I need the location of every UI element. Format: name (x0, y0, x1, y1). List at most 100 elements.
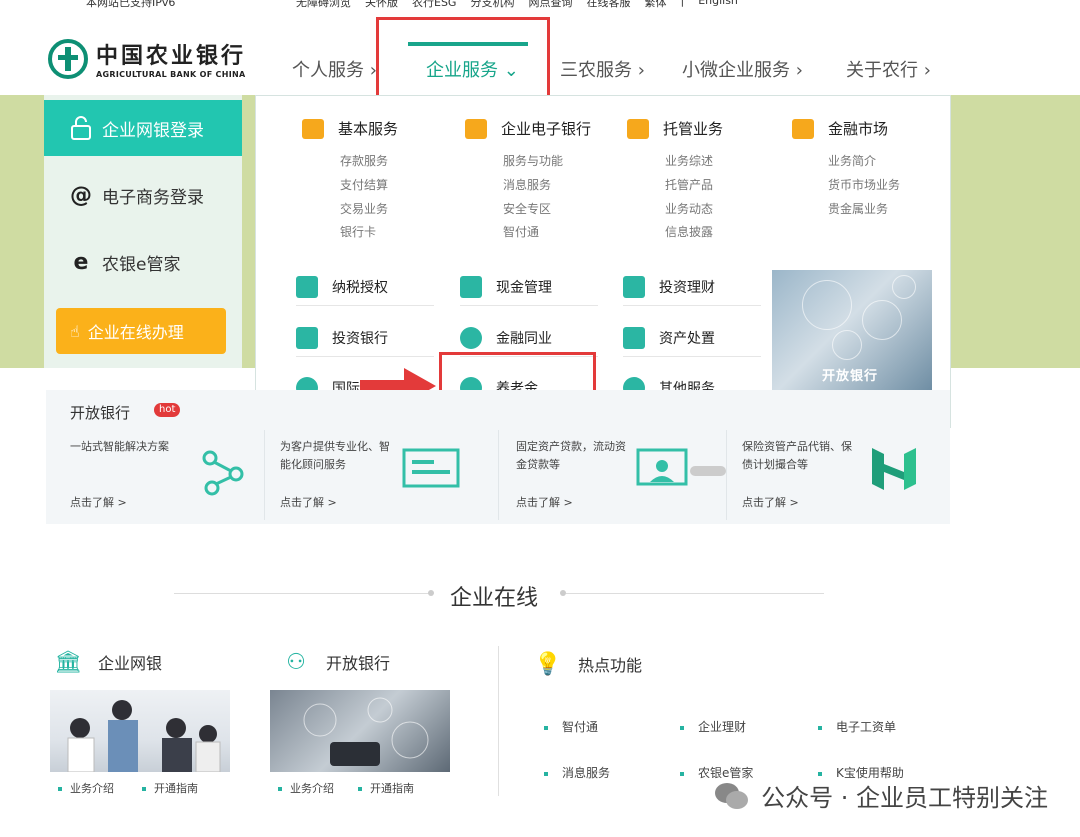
logo-cn: 中国农业银行 (96, 43, 247, 69)
network-icon (202, 450, 244, 496)
openbank-intro-link[interactable]: 业务介绍 (278, 780, 334, 796)
nav-about[interactable]: 关于农行 › (846, 56, 931, 82)
top-link-english[interactable]: English (698, 0, 738, 10)
card-text: 保险资管产品代销、保债计划撮合等 (742, 440, 852, 471)
watermark-text: 公众号 · 企业员工特别关注 (761, 784, 1048, 812)
grid-investment-bank[interactable]: 投资银行 (296, 319, 434, 357)
hot-link[interactable]: 智付通 (544, 718, 598, 735)
bank-building-icon: 🏛 (54, 649, 82, 675)
sub-link[interactable]: 银行卡 (340, 223, 376, 240)
h-logo-icon (872, 448, 916, 490)
grid-tax-auth[interactable]: 纳税授权 (296, 268, 434, 306)
sub-link[interactable]: 智付通 (503, 223, 539, 240)
hand-icon: ☝ (70, 321, 80, 341)
card-divider (726, 430, 727, 520)
image-label: 开放银行 (822, 369, 879, 384)
card-more-link[interactable]: 点击了解 > (516, 494, 573, 510)
document-icon (402, 448, 460, 488)
screen-user-icon (636, 448, 726, 486)
sidebar-item-label: 企业网银登录 (102, 120, 204, 141)
sub-link[interactable]: 服务与功能 (503, 152, 563, 169)
grid-asset-disposal[interactable]: 资产处置 (623, 319, 761, 357)
top-link-outlets[interactable]: 网点查询 (528, 0, 572, 10)
sub-link[interactable]: 货币市场业务 (828, 176, 900, 193)
ebank-intro-link[interactable]: 业务介绍 (58, 780, 114, 796)
grid-label: 资产处置 (659, 330, 715, 347)
grid-label: 纳税授权 (332, 279, 388, 296)
bank-icon (296, 326, 318, 349)
online-service-button[interactable]: ☝ 企业在线办理 (56, 308, 226, 354)
wallet-icon (460, 275, 482, 298)
top-link-divider: | (680, 0, 685, 7)
card-text: 为客户提供专业化、智能化顾问服务 (280, 440, 390, 471)
block-title-label: 企业网银 (98, 654, 163, 673)
bank-logo[interactable]: 中国农业银行 AGRICULTURAL BANK OF CHINA (48, 38, 246, 79)
col-financial-market[interactable]: 金融市场 (792, 118, 888, 139)
sub-link[interactable]: 业务综述 (665, 152, 713, 169)
card-more-link[interactable]: 点击了解 > (70, 494, 127, 510)
sub-link[interactable]: 业务简介 (828, 152, 876, 169)
col-custody[interactable]: 托管业务 (627, 118, 723, 139)
sub-link[interactable]: 交易业务 (340, 200, 388, 217)
col-title-label: 企业电子银行 (501, 120, 592, 138)
sub-link[interactable]: 贵金属业务 (828, 200, 888, 217)
watermark: 公众号 · 企业员工特别关注 (713, 778, 1048, 813)
grid-label: 金融同业 (496, 330, 552, 347)
sub-link[interactable]: 托管产品 (665, 176, 713, 193)
sub-link[interactable]: 支付结算 (340, 176, 388, 193)
hot-badge: hot (154, 403, 181, 417)
sidebar-item-ecommerce[interactable]: @ 电子商务登录 (44, 166, 242, 224)
top-link-traditional[interactable]: 繁体 (644, 0, 666, 10)
logo-en: AGRICULTURAL BANK OF CHINA (96, 70, 246, 79)
top-link-accessibility[interactable]: 无障碍浏览 (296, 0, 351, 10)
sub-link[interactable]: 信息披露 (665, 223, 713, 240)
sub-link[interactable]: 消息服务 (503, 176, 551, 193)
col-title-label: 金融市场 (828, 120, 889, 138)
nav-personal[interactable]: 个人服务 › (292, 56, 377, 82)
grid-investment[interactable]: 投资理财 (623, 268, 761, 306)
col-ebank[interactable]: 企业电子银行 (465, 118, 591, 139)
top-link-care[interactable]: 关怀版 (365, 0, 398, 10)
block-open-bank[interactable]: ⚇ 开放银行 (282, 650, 390, 675)
grid-label: 投资银行 (332, 330, 388, 347)
card-more-link[interactable]: 点击了解 > (742, 494, 799, 510)
openbank-guide-link[interactable]: 开通指南 (358, 780, 414, 796)
sidebar-item-e-manager[interactable]: e 农银e管家 (44, 233, 242, 291)
e-icon: e (73, 249, 89, 275)
team-photo[interactable] (50, 690, 230, 772)
ebank-guide-link[interactable]: 开通指南 (142, 780, 198, 796)
col-basic-services[interactable]: 基本服务 (302, 118, 398, 139)
card-icon (465, 118, 487, 139)
top-link-esg[interactable]: 农行ESG (412, 0, 456, 10)
card-text: 一站式智能解决方案 (70, 440, 169, 453)
sub-link[interactable]: 存款服务 (340, 152, 388, 169)
sidebar-item-label: 电子商务登录 (102, 187, 204, 208)
grid-cash-mgmt[interactable]: 现金管理 (460, 268, 598, 306)
chart-board-icon (792, 118, 814, 139)
at-icon: @ (70, 182, 92, 208)
nav-agriculture[interactable]: 三农服务 › (560, 56, 645, 82)
book-icon (623, 326, 645, 349)
hot-link[interactable]: 电子工资单 (818, 718, 896, 735)
top-links: 无障碍浏览 关怀版 农行ESG 分支机构 网点查询 在线客服 繁体 | Engl… (296, 0, 752, 10)
grid-label: 投资理财 (659, 279, 715, 296)
hot-link[interactable]: 企业理财 (680, 718, 746, 735)
page: 本网站已支持IPv6 无障碍浏览 关怀版 农行ESG 分支机构 网点查询 在线客… (0, 0, 1080, 837)
online-service-label: 企业在线办理 (87, 323, 184, 342)
open-bank-image[interactable]: 开放银行 (772, 270, 932, 390)
open-bank-photo[interactable] (270, 690, 450, 772)
sub-link[interactable]: 业务动态 (665, 200, 713, 217)
card-more-link[interactable]: 点击了解 > (280, 494, 337, 510)
sub-link[interactable]: 安全专区 (503, 200, 551, 217)
section-line-left (174, 593, 432, 594)
top-link-branches[interactable]: 分支机构 (470, 0, 514, 10)
top-bar: 本网站已支持IPv6 无障碍浏览 关怀版 农行ESG 分支机构 网点查询 在线客… (0, 0, 1080, 10)
sidebar-item-label: 农银e管家 (102, 254, 181, 275)
hot-link[interactable]: 消息服务 (544, 764, 610, 781)
block-ebank[interactable]: 🏛 企业网银 (54, 649, 163, 675)
top-link-service[interactable]: 在线客服 (586, 0, 630, 10)
sidebar-item-corporate-login[interactable]: 企业网银登录 (44, 100, 242, 156)
nav-small-business[interactable]: 小微企业服务 › (682, 56, 803, 82)
section-dot (428, 590, 434, 596)
tax-icon (296, 275, 318, 298)
